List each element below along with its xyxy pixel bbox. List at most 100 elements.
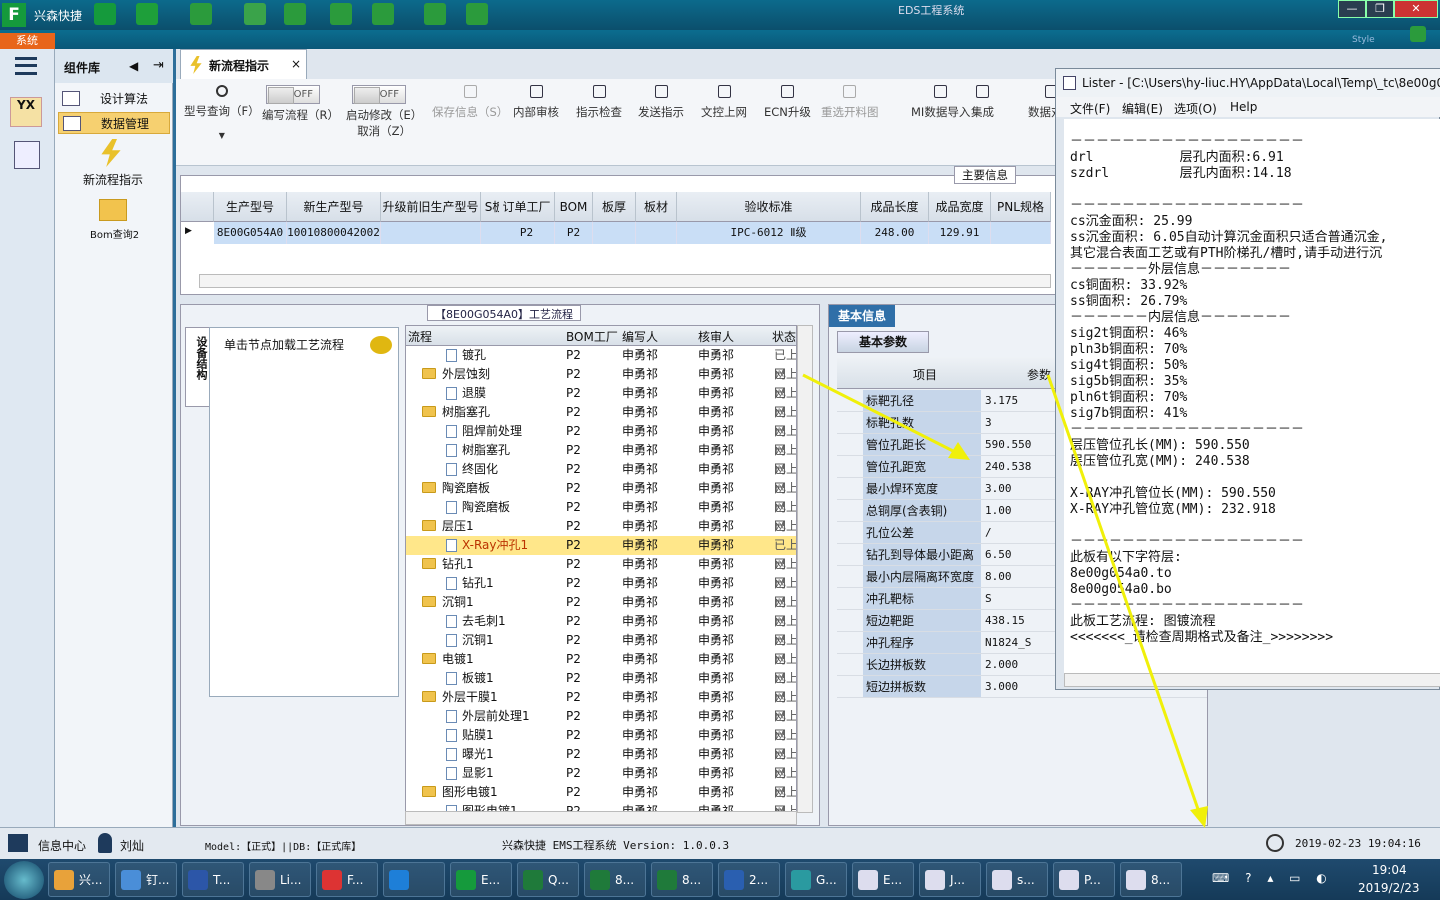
taskbar-item[interactable]: 8... — [651, 862, 713, 897]
param-value[interactable]: 3.175 — [985, 390, 1018, 412]
lister-menu-options[interactable]: 选项(O) — [1174, 100, 1217, 117]
send-instruction-button[interactable]: 发送指示 — [638, 85, 684, 120]
grid-cell[interactable] — [381, 222, 481, 244]
style-label[interactable]: Style — [1352, 35, 1375, 45]
lightning-icon[interactable] — [101, 139, 121, 167]
tree-row[interactable]: 钻孔1 P2 申勇祁 申勇祁 已上网 — [406, 574, 796, 609]
col-header[interactable]: 升级前旧生产型号 — [381, 192, 481, 222]
taskbar-item[interactable]: 钉... — [115, 862, 177, 897]
equipment-tab[interactable]: 设备结构 — [185, 327, 210, 407]
nav-item-data-management[interactable]: 数据管理 — [58, 112, 170, 134]
start-edit-toggle[interactable]: OFF 启动修改（E） 取消（Z） — [346, 85, 422, 139]
param-value[interactable]: 590.550 — [985, 434, 1031, 456]
tree-row[interactable]: 外层干膜1 P2 申勇祁 申勇祁 已上网 — [406, 688, 796, 723]
info-center-label[interactable]: 信息中心 — [38, 837, 86, 854]
grid-cell[interactable]: IPC-6012 Ⅱ级 — [677, 222, 861, 244]
taskbar-item[interactable]: G... — [785, 862, 847, 897]
taskbar-item[interactable]: T... — [182, 862, 244, 897]
param-value[interactable]: 3.00 — [985, 478, 1012, 500]
film-icon[interactable] — [284, 3, 306, 25]
grid-cell[interactable] — [991, 222, 1051, 244]
system-menu[interactable]: 系统 — [0, 33, 55, 49]
lister-hscrollbar[interactable] — [1064, 673, 1440, 687]
tree-row[interactable]: 沉铜1 P2 申勇祁 申勇祁 已上网 — [406, 631, 796, 666]
taskbar-item[interactable]: P... — [1053, 862, 1115, 897]
shortcut-bom-query[interactable]: Bom查询2 — [90, 226, 139, 241]
scissors-icon[interactable] — [244, 3, 266, 25]
tab-close-icon[interactable]: × — [291, 57, 301, 71]
close-button[interactable]: ✕ — [1394, 0, 1438, 18]
param-value[interactable]: 2.000 — [985, 654, 1018, 676]
minimize-button[interactable]: — — [1338, 0, 1366, 18]
write-process-toggle[interactable]: OFF 编写流程（R） — [262, 85, 339, 123]
tree-vscrollbar[interactable] — [797, 325, 813, 813]
tree-row[interactable]: 退膜 P2 申勇祁 申勇祁 已上网 — [406, 384, 796, 419]
taskbar-item[interactable]: 8... — [1120, 862, 1182, 897]
param-value[interactable]: 3 — [985, 412, 992, 434]
param-value[interactable]: 6.50 — [985, 544, 1012, 566]
tree-row[interactable]: 陶瓷磨板 P2 申勇祁 申勇祁 已上网 — [406, 479, 796, 514]
param-value[interactable]: S — [985, 588, 992, 610]
tray-icons[interactable]: ⌨ ? ▴ ▭ ◐ — [1212, 871, 1342, 889]
logo-f-icon[interactable]: F — [2, 3, 26, 27]
tree-row[interactable]: 终固化 P2 申勇祁 申勇祁 已上网 — [406, 460, 796, 495]
lister-menu-help[interactable]: Help — [1230, 100, 1257, 114]
tree-row[interactable]: X-Ray冲孔1 P2 申勇祁 申勇祁 已上网 — [406, 536, 796, 571]
lister-menu-file[interactable]: 文件(F) — [1070, 100, 1110, 117]
folder-icon[interactable] — [99, 199, 127, 221]
taskbar-item[interactable]: s... — [986, 862, 1048, 897]
dropdown-arrow-icon[interactable]: ▼ — [184, 131, 260, 140]
grid-cell[interactable]: 10010800042002 — [287, 222, 381, 244]
col-header[interactable]: 订单工厂 — [499, 192, 555, 222]
pin-icon[interactable]: ⇥ — [153, 58, 164, 73]
tree-row[interactable]: 曝光1 P2 申勇祁 申勇祁 已上网 — [406, 745, 796, 780]
table-icon[interactable] — [190, 3, 212, 25]
tree-row[interactable]: 图形电镀1P2申勇祁申勇祁已上网 — [406, 783, 796, 812]
lister-content[interactable]: －－－－－－－－－－－－－－－－－－ drl 层孔内面积:6.91 szdrl … — [1064, 119, 1440, 675]
taskbar-item[interactable]: 兴... — [48, 862, 110, 897]
taskbar-item[interactable]: E... — [852, 862, 914, 897]
grid-cell[interactable]: 248.00 — [861, 222, 929, 244]
col-header[interactable]: 成品宽度 — [929, 192, 991, 222]
col-header[interactable]: 板材 — [636, 192, 677, 222]
param-value[interactable]: / — [985, 522, 992, 544]
tree-row[interactable]: 显影1 P2 申勇祁 申勇祁 已上网 — [406, 764, 796, 799]
grid-icon[interactable] — [8, 834, 28, 852]
save-info-button[interactable]: 保存信息（S） — [432, 85, 508, 120]
taskbar-item[interactable]: Li... — [249, 862, 311, 897]
taskbar-item[interactable]: 2... — [718, 862, 780, 897]
param-value[interactable]: 1.00 — [985, 500, 1012, 522]
phone-icon[interactable] — [1410, 26, 1426, 42]
tree-row[interactable]: 电镀1 P2 申勇祁 申勇祁 已上网 — [406, 650, 796, 685]
taskbar-item[interactable]: 8... — [584, 862, 646, 897]
reselect-cutting-button[interactable]: 重选开料图 — [821, 85, 879, 120]
taskbar-item[interactable]: J... — [919, 862, 981, 897]
param-value[interactable]: 3.000 — [985, 676, 1018, 698]
grid-cell[interactable]: P2 — [555, 222, 593, 244]
col-header[interactable]: 成品长度 — [861, 192, 929, 222]
copy-icon[interactable] — [330, 3, 352, 25]
param-value[interactable]: 240.538 — [985, 456, 1031, 478]
col-header[interactable]: 验收标准 — [677, 192, 861, 222]
taskbar-date[interactable]: 2019/2/23 — [1358, 881, 1420, 895]
search-icon[interactable] — [94, 3, 116, 25]
hamburger-icon[interactable] — [15, 57, 37, 75]
ecn-upgrade-button[interactable]: ECN升级 — [764, 85, 811, 120]
grid-cell[interactable]: 129.91 — [929, 222, 991, 244]
chart-icon[interactable] — [466, 3, 488, 25]
col-header[interactable]: 新生产型号 — [287, 192, 381, 222]
col-header[interactable]: BOM工厂 — [555, 192, 593, 244]
start-button[interactable] — [4, 861, 44, 899]
tree-row[interactable]: 外层前处理1 P2 申勇祁 申勇祁 已上网 — [406, 707, 796, 742]
toggle-switch[interactable]: OFF — [352, 85, 406, 104]
tab-new-process[interactable]: 新流程指示 × — [180, 49, 307, 79]
tree-row[interactable]: 贴膜1 P2 申勇祁 申勇祁 已上网 — [406, 726, 796, 761]
tree-row[interactable]: 陶瓷磨板 P2 申勇祁 申勇祁 已上网 — [406, 498, 796, 533]
grid-cell[interactable] — [636, 222, 677, 244]
lister-menu-edit[interactable]: 编辑(E) — [1122, 100, 1163, 117]
taskbar-item[interactable]: F... — [316, 862, 378, 897]
param-value[interactable]: 8.00 — [985, 566, 1012, 588]
tree-row[interactable]: 镀孔 P2 申勇祁 申勇祁 已上网 — [406, 346, 796, 381]
chat-bubble-icon[interactable] — [370, 336, 392, 354]
grid-icon[interactable] — [372, 3, 394, 25]
